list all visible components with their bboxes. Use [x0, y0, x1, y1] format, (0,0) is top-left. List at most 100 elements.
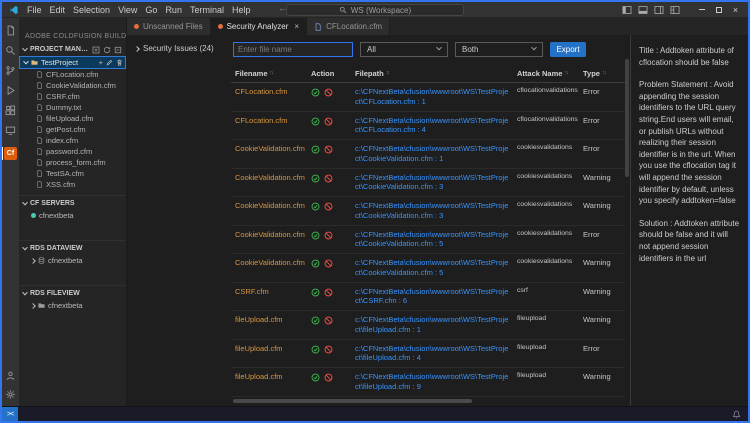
issue-filepath-link[interactable]: c:\CFNextBeta\cfusion\wwwroot\WS\TestPro… [355, 201, 517, 221]
coldfusion-builder-icon[interactable]: Cf [2, 147, 19, 160]
sort-icon[interactable]: ↑↓ [602, 70, 606, 76]
menu-item[interactable]: Edit [46, 5, 70, 15]
column-header-type[interactable]: Type ↑↓ [583, 69, 621, 78]
issue-filename[interactable]: fileUpload.cfm [235, 315, 311, 325]
file-name-filter-input[interactable] [233, 42, 353, 57]
horizontal-scrollbar[interactable] [233, 399, 619, 404]
minimize-button[interactable] [693, 3, 710, 17]
issue-filename[interactable]: CookieValidation.cfm [235, 144, 311, 154]
issue-filename[interactable]: CookieValidation.cfm [235, 201, 311, 211]
mark-safe-check-icon[interactable] [311, 145, 320, 154]
ignore-block-icon[interactable] [324, 259, 333, 268]
tree-item-file[interactable]: getPost.cfm [19, 124, 126, 135]
menu-item[interactable]: Help [228, 5, 255, 15]
maximize-button[interactable] [710, 3, 727, 17]
column-header-filepath[interactable]: Filepath ↑↓ [355, 69, 517, 78]
issue-filename[interactable]: CSRF.cfm [235, 287, 311, 297]
severity-filter-dropdown[interactable]: All [360, 42, 448, 57]
tree-item-project[interactable]: TestProject + [19, 56, 126, 69]
ignore-block-icon[interactable] [324, 117, 333, 126]
mark-safe-check-icon[interactable] [311, 174, 320, 183]
ignore-block-icon[interactable] [324, 288, 333, 297]
tree-item-file[interactable]: index.cfm [19, 135, 126, 146]
account-icon[interactable] [5, 370, 16, 381]
toggle-panel-icon[interactable] [638, 5, 648, 15]
close-button[interactable]: × [727, 3, 744, 17]
tab-unscanned-files[interactable]: Unscanned Files [127, 18, 211, 35]
mark-safe-check-icon[interactable] [311, 288, 320, 297]
tree-item-file[interactable]: CookieValidation.cfm [19, 80, 126, 91]
tree-item-file[interactable]: password.cfm [19, 146, 126, 157]
mark-safe-check-icon[interactable] [311, 345, 320, 354]
tree-item-file[interactable]: CSRF.cfm [19, 91, 126, 102]
scrollbar-thumb[interactable] [625, 59, 629, 177]
tree-item-file[interactable]: fileUpload.cfm [19, 113, 126, 124]
issue-filename[interactable]: CookieValidation.cfm [235, 230, 311, 240]
tree-item-file[interactable]: CFLocation.cfm [19, 69, 126, 80]
issue-filepath-link[interactable]: c:\CFNextBeta\cfusion\wwwroot\WS\TestPro… [355, 230, 517, 250]
collapse-all-icon[interactable] [114, 46, 122, 54]
issue-filename[interactable]: fileUpload.cfm [235, 372, 311, 382]
vertical-scrollbar[interactable] [625, 35, 630, 406]
menu-item[interactable]: Selection [69, 5, 114, 15]
edit-pencil-icon[interactable] [106, 59, 113, 66]
remote-explorer-icon[interactable] [2, 125, 19, 136]
tree-item-server[interactable]: cfnextbeta [19, 210, 126, 221]
issue-filepath-link[interactable]: c:\CFNextBeta\cfusion\wwwroot\WS\TestPro… [355, 344, 517, 364]
tree-item-file[interactable]: Dummy.txt [19, 102, 126, 113]
command-center[interactable]: WS (Workspace) [286, 4, 464, 16]
column-header-attack-name[interactable]: Attack Name ↑↓ [517, 69, 583, 78]
ignore-block-icon[interactable] [324, 345, 333, 354]
delete-trash-icon[interactable] [116, 59, 123, 66]
issue-filename[interactable]: CFLocation.cfm [235, 116, 311, 126]
rds-dataview-header[interactable]: RDS DATAVIEW [19, 242, 126, 255]
issue-filepath-link[interactable]: c:\CFNextBeta\cfusion\wwwroot\WS\TestPro… [355, 372, 517, 392]
issue-filepath-link[interactable]: c:\CFNextBeta\cfusion\wwwroot\WS\TestPro… [355, 258, 517, 278]
mark-safe-check-icon[interactable] [311, 88, 320, 97]
sort-icon[interactable]: ↑↓ [564, 70, 568, 76]
menu-item[interactable]: Terminal [186, 5, 228, 15]
customize-layout-icon[interactable] [670, 5, 680, 15]
tree-item-file[interactable]: process_form.cfm [19, 157, 126, 168]
ignore-block-icon[interactable] [324, 145, 333, 154]
refresh-icon[interactable] [103, 46, 111, 54]
toggle-secondary-sidebar-icon[interactable] [654, 5, 664, 15]
mark-safe-check-icon[interactable] [311, 117, 320, 126]
notifications-bell-icon[interactable] [732, 410, 741, 419]
run-debug-icon[interactable] [2, 85, 19, 96]
new-file-icon[interactable]: + [99, 58, 103, 67]
mark-safe-check-icon[interactable] [311, 259, 320, 268]
mark-safe-check-icon[interactable] [311, 316, 320, 325]
search-icon[interactable] [2, 45, 19, 56]
issue-filepath-link[interactable]: c:\CFNextBeta\cfusion\wwwroot\WS\TestPro… [355, 116, 517, 136]
issue-filepath-link[interactable]: c:\CFNextBeta\cfusion\wwwroot\WS\TestPro… [355, 287, 517, 307]
issue-filepath-link[interactable]: c:\CFNextBeta\cfusion\wwwroot\WS\TestPro… [355, 144, 517, 164]
remote-indicator[interactable]: >< [2, 407, 18, 421]
settings-gear-icon[interactable] [5, 389, 16, 400]
menu-item[interactable]: Go [141, 5, 161, 15]
mark-safe-check-icon[interactable] [311, 231, 320, 240]
mark-safe-check-icon[interactable] [311, 202, 320, 211]
new-project-icon[interactable] [92, 46, 100, 54]
issue-filename[interactable]: CFLocation.cfm [235, 87, 311, 97]
issue-filepath-link[interactable]: c:\CFNextBeta\cfusion\wwwroot\WS\TestPro… [355, 173, 517, 193]
issue-filepath-link[interactable]: c:\CFNextBeta\cfusion\wwwroot\WS\TestPro… [355, 315, 517, 335]
ignore-block-icon[interactable] [324, 373, 333, 382]
type-filter-dropdown[interactable]: Both [455, 42, 543, 57]
ignore-block-icon[interactable] [324, 231, 333, 240]
rds-fileview-header[interactable]: RDS FILEVIEW [19, 287, 126, 300]
tree-item-file[interactable]: XSS.cfm [19, 179, 126, 190]
extensions-icon[interactable] [2, 105, 19, 116]
ignore-block-icon[interactable] [324, 88, 333, 97]
column-header-filename[interactable]: Filename ↑↓ [235, 69, 311, 78]
menu-item[interactable]: Run [161, 5, 186, 15]
issue-filename[interactable]: CookieValidation.cfm [235, 258, 311, 268]
issue-filename[interactable]: CookieValidation.cfm [235, 173, 311, 183]
sort-icon[interactable]: ↑↓ [270, 70, 274, 76]
ignore-block-icon[interactable] [324, 202, 333, 211]
mark-safe-check-icon[interactable] [311, 373, 320, 382]
export-button[interactable]: Export [550, 42, 586, 57]
tab-security-analyzer[interactable]: Security Analyzer × [211, 18, 307, 35]
issue-filepath-link[interactable]: c:\CFNextBeta\cfusion\wwwroot\WS\TestPro… [355, 87, 517, 107]
scrollbar-thumb[interactable] [233, 399, 472, 403]
